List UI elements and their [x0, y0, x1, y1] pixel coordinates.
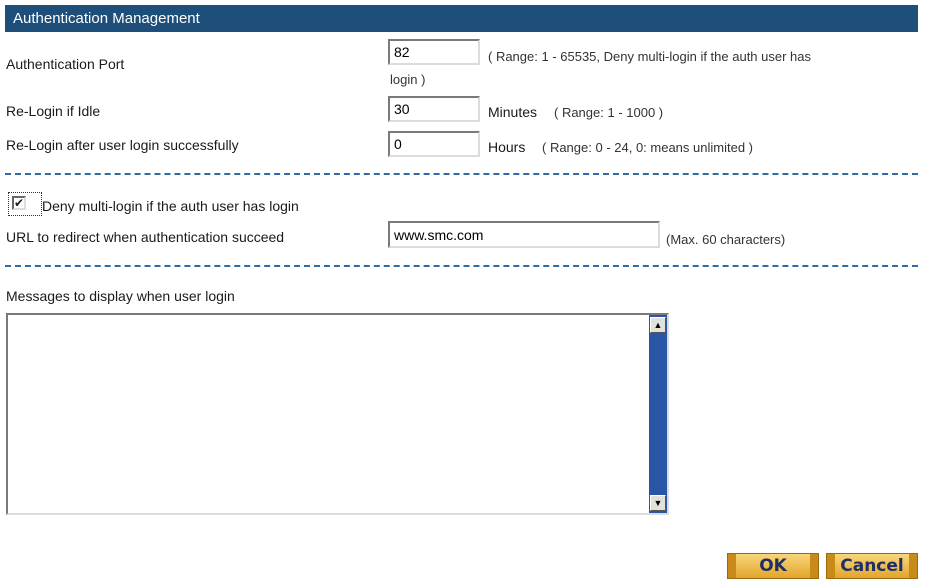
relogin-after-unit: Hours [488, 139, 526, 155]
redirect-url-input[interactable] [388, 221, 660, 248]
ok-button[interactable]: OK [727, 553, 819, 579]
button-cap [827, 554, 835, 578]
auth-port-label: Authentication Port [6, 56, 125, 72]
redirect-url-hint: (Max. 60 characters) [666, 232, 786, 247]
section-divider [5, 265, 918, 267]
check-mark-icon: ✔ [14, 196, 25, 210]
section-header: Authentication Management [5, 5, 918, 32]
ok-button-label: OK [759, 556, 787, 576]
cancel-button[interactable]: Cancel [826, 553, 918, 579]
arrow-up-icon: ▲ [653, 320, 663, 330]
section-divider [5, 173, 918, 175]
relogin-after-input[interactable] [388, 131, 480, 157]
auth-port-hint-cont: login ) [390, 72, 426, 87]
section-title: Authentication Management [13, 10, 200, 27]
relogin-idle-label: Re-Login if Idle [6, 103, 101, 119]
relogin-after-label: Re-Login after user login successfully [6, 137, 239, 153]
scroll-up-button[interactable]: ▲ [650, 317, 666, 333]
scroll-down-button[interactable]: ▼ [650, 495, 666, 511]
relogin-idle-unit: Minutes [488, 104, 538, 120]
button-cap [810, 554, 818, 578]
deny-multi-login-label[interactable]: Deny multi-login if the auth user has lo… [42, 198, 299, 214]
button-cap [909, 554, 917, 578]
auth-port-input[interactable] [388, 39, 480, 65]
relogin-idle-input[interactable] [388, 96, 480, 122]
deny-multi-login-checkbox[interactable]: ✔ [12, 196, 26, 210]
redirect-url-label: URL to redirect when authentication succ… [6, 229, 285, 245]
button-cap [728, 554, 736, 578]
messages-scrollbar[interactable]: ▲ ▼ [649, 315, 667, 513]
cancel-button-label: Cancel [840, 556, 904, 576]
auth-port-hint: ( Range: 1 - 65535, Deny multi-login if … [488, 49, 812, 64]
relogin-after-hint: ( Range: 0 - 24, 0: means unlimited ) [542, 140, 753, 155]
arrow-down-icon: ▼ [653, 498, 663, 508]
messages-textarea[interactable]: ▲ ▼ [6, 313, 669, 515]
messages-label: Messages to display when user login [6, 288, 235, 304]
relogin-idle-hint: ( Range: 1 - 1000 ) [554, 105, 664, 120]
